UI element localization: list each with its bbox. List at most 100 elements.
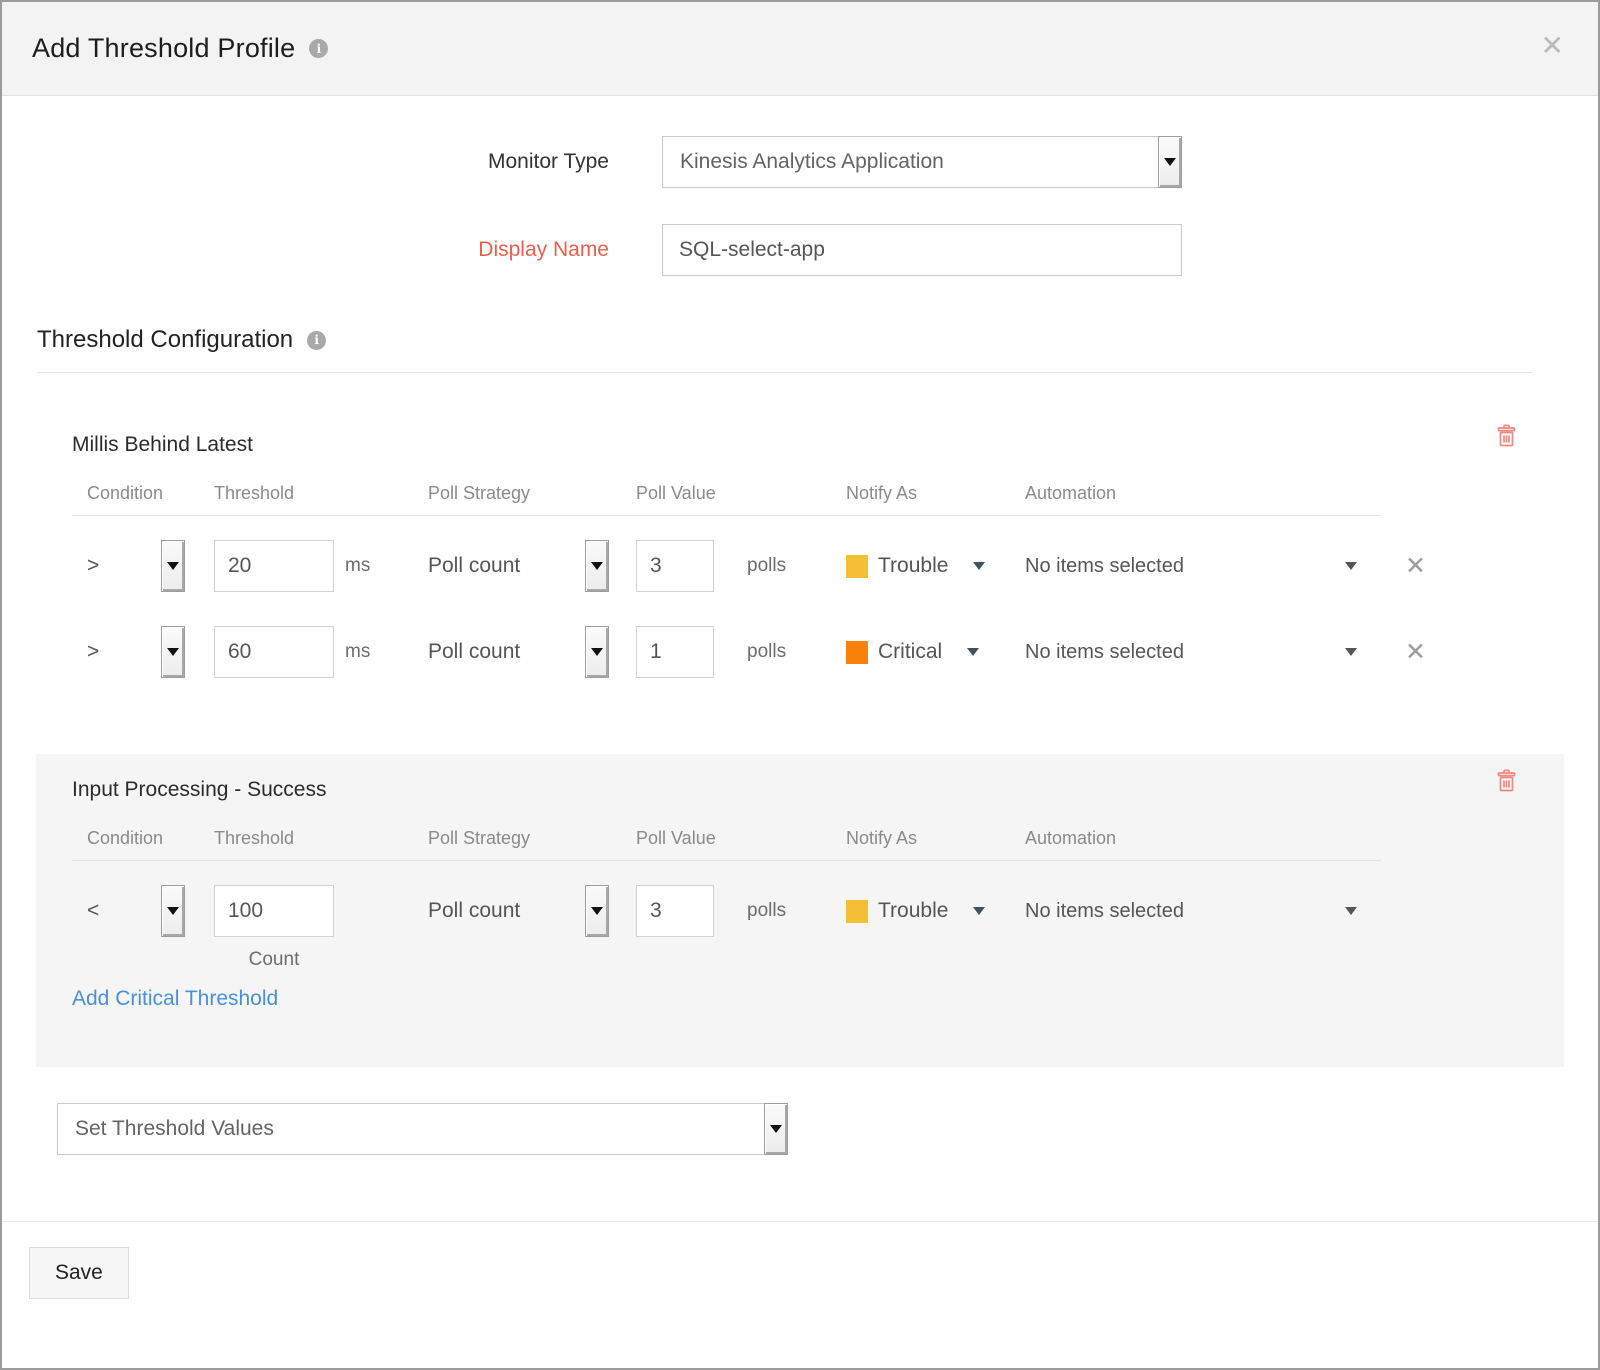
metric-block-millis-behind-latest: Millis Behind Latest Condition Threshold… <box>36 409 1564 714</box>
display-name-input[interactable] <box>662 224 1182 276</box>
col-header-condition: Condition <box>72 483 214 504</box>
condition-select[interactable] <box>161 626 185 678</box>
col-header-automation: Automation <box>1025 828 1381 849</box>
chevron-down-icon <box>591 648 603 656</box>
severity-swatch <box>846 555 868 578</box>
monitor-type-dropdown-button[interactable] <box>1158 136 1182 188</box>
poll-strategy-select[interactable] <box>585 885 609 937</box>
chevron-down-icon <box>1345 648 1357 656</box>
poll-strategy-select[interactable] <box>585 626 609 678</box>
monitor-type-label: Monitor Type <box>2 150 609 174</box>
notify-as-value: Trouble <box>878 554 948 578</box>
set-threshold-values-select[interactable]: Set Threshold Values <box>57 1103 788 1155</box>
notify-as-select[interactable]: Trouble <box>846 554 985 578</box>
automation-value: No items selected <box>1025 900 1184 923</box>
monitor-type-select[interactable]: Kinesis Analytics Application <box>662 136 1182 188</box>
threshold-input[interactable] <box>214 540 334 592</box>
chevron-down-icon <box>167 907 179 915</box>
chevron-down-icon <box>591 907 603 915</box>
condition-value: > <box>87 554 99 578</box>
section-divider <box>37 372 1532 373</box>
close-icon[interactable]: ✕ <box>1541 32 1564 60</box>
threshold-input[interactable] <box>214 885 334 937</box>
col-header-poll-value: Poll Value <box>636 483 846 504</box>
chevron-down-icon <box>1345 562 1357 570</box>
condition-value: < <box>87 899 99 923</box>
automation-select[interactable]: No items selected <box>1025 641 1381 664</box>
set-threshold-values-dropdown-button[interactable] <box>764 1103 788 1155</box>
threshold-table-header: Condition Threshold Poll Strategy Poll V… <box>72 483 1564 516</box>
poll-strategy-value: Poll count <box>428 554 520 578</box>
display-name-row: Display Name <box>2 224 1598 276</box>
save-button[interactable]: Save <box>29 1247 129 1299</box>
delete-metric-icon[interactable] <box>1495 423 1518 448</box>
chevron-down-icon <box>1164 158 1176 166</box>
poll-strategy-value: Poll count <box>428 640 520 664</box>
monitor-type-value: Kinesis Analytics Application <box>680 150 944 174</box>
notify-as-select[interactable]: Trouble <box>846 899 985 923</box>
chevron-down-icon <box>591 562 603 570</box>
col-header-poll-strategy: Poll Strategy <box>428 828 636 849</box>
chevron-down-icon <box>973 562 985 570</box>
chevron-down-icon <box>167 648 179 656</box>
set-threshold-values-value: Set Threshold Values <box>75 1117 274 1141</box>
poll-value-unit: polls <box>747 900 786 922</box>
threshold-configuration-title: Threshold Configuration <box>37 326 293 354</box>
col-header-automation: Automation <box>1025 483 1381 504</box>
col-header-notify-as: Notify As <box>846 828 1025 849</box>
delete-metric-icon[interactable] <box>1495 768 1518 793</box>
automation-value: No items selected <box>1025 555 1184 578</box>
poll-value-input[interactable] <box>636 885 714 937</box>
remove-row-icon[interactable]: ✕ <box>1381 554 1426 579</box>
col-header-poll-strategy: Poll Strategy <box>428 483 636 504</box>
monitor-type-row: Monitor Type Kinesis Analytics Applicati… <box>2 136 1598 188</box>
threshold-row: < Count Poll count polls Trouble <box>72 885 1564 937</box>
metric-block-input-processing-success: Input Processing - Success Condition Thr… <box>36 754 1564 1067</box>
col-header-threshold: Threshold <box>214 828 428 849</box>
automation-select[interactable]: No items selected <box>1025 555 1381 578</box>
col-header-condition: Condition <box>72 828 214 849</box>
modal-footer: Save <box>2 1221 1598 1299</box>
poll-strategy-value: Poll count <box>428 899 520 923</box>
threshold-row: > ms Poll count polls Critical <box>72 626 1564 678</box>
info-icon[interactable]: i <box>309 39 328 58</box>
chevron-down-icon <box>967 648 979 656</box>
automation-value: No items selected <box>1025 641 1184 664</box>
col-header-poll-value: Poll Value <box>636 828 846 849</box>
chevron-down-icon <box>1345 907 1357 915</box>
threshold-table-header: Condition Threshold Poll Strategy Poll V… <box>72 828 1564 861</box>
info-icon[interactable]: i <box>307 331 326 350</box>
automation-select[interactable]: No items selected <box>1025 900 1381 923</box>
poll-strategy-select[interactable] <box>585 540 609 592</box>
poll-value-input[interactable] <box>636 540 714 592</box>
poll-value-input[interactable] <box>636 626 714 678</box>
modal-title: Add Threshold Profile <box>32 33 295 64</box>
chevron-down-icon <box>770 1125 782 1133</box>
threshold-input[interactable] <box>214 626 334 678</box>
metric-name: Input Processing - Success <box>72 778 1564 802</box>
poll-value-unit: polls <box>747 555 786 577</box>
threshold-unit: ms <box>345 641 370 663</box>
severity-swatch <box>846 900 868 923</box>
condition-select[interactable] <box>161 885 185 937</box>
metric-name: Millis Behind Latest <box>72 433 1564 457</box>
threshold-configuration-heading: Threshold Configuration i <box>37 326 1598 354</box>
remove-row-icon[interactable]: ✕ <box>1381 640 1426 665</box>
notify-as-value: Trouble <box>878 899 948 923</box>
chevron-down-icon <box>973 907 985 915</box>
chevron-down-icon <box>167 562 179 570</box>
top-form: Monitor Type Kinesis Analytics Applicati… <box>2 96 1598 276</box>
poll-value-unit: polls <box>747 641 786 663</box>
col-header-notify-as: Notify As <box>846 483 1025 504</box>
bottom-select-wrap: Set Threshold Values <box>57 1103 1598 1155</box>
threshold-row: > ms Poll count polls Trouble <box>72 540 1564 592</box>
modal-header: Add Threshold Profile i ✕ <box>2 2 1598 96</box>
add-critical-threshold-link[interactable]: Add Critical Threshold <box>72 987 278 1011</box>
condition-value: > <box>87 640 99 664</box>
col-header-threshold: Threshold <box>214 483 428 504</box>
notify-as-select[interactable]: Critical <box>846 640 979 664</box>
condition-select[interactable] <box>161 540 185 592</box>
threshold-caption: Count <box>214 949 334 971</box>
severity-swatch <box>846 641 868 664</box>
notify-as-value: Critical <box>878 640 942 664</box>
